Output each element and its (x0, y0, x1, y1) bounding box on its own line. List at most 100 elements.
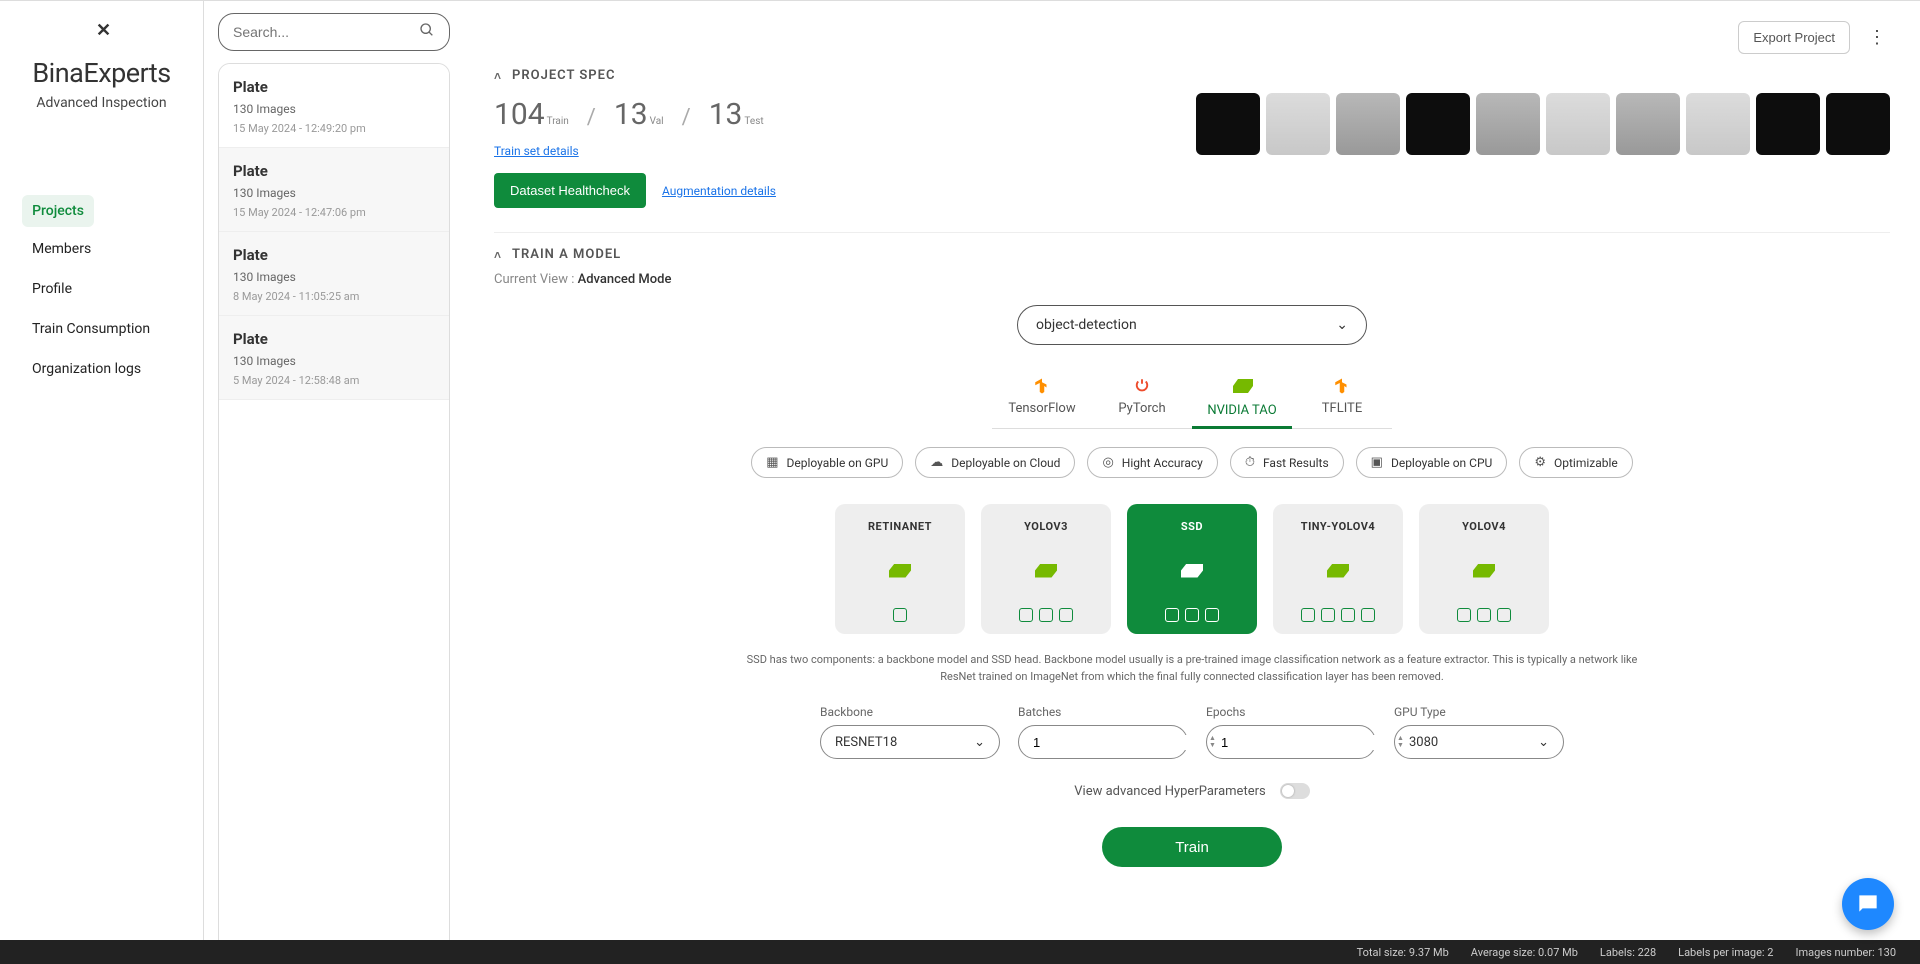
footer-labels: Labels: 228 (1600, 946, 1656, 959)
chip-deployable-on-gpu[interactable]: ▦Deployable on GPU (751, 447, 903, 478)
badge-icon (1205, 608, 1219, 622)
tf-icon (1033, 377, 1051, 395)
val-count: 13 (614, 97, 648, 132)
thumbnail[interactable] (1476, 93, 1540, 155)
footer-images: Images number: 130 (1796, 946, 1897, 959)
thumbnail[interactable] (1756, 93, 1820, 155)
chip-deployable-on-cloud[interactable]: ☁Deployable on Cloud (915, 447, 1075, 478)
badge-icon (1301, 608, 1315, 622)
thumbnail[interactable] (1266, 93, 1330, 155)
search-input[interactable] (233, 24, 419, 40)
train-button[interactable]: Train (1102, 827, 1282, 867)
model-card-yolov4[interactable]: YOLOV4 (1419, 504, 1549, 634)
nv-icon (1233, 379, 1251, 397)
project-meta: 130 Images (233, 102, 435, 116)
nav-item-projects[interactable]: Projects (22, 195, 94, 227)
badge-icon (1321, 608, 1335, 622)
primary-nav: Projects Members Profile Train Consumption O… (0, 191, 203, 391)
batches-label: Batches (1018, 705, 1188, 719)
framework-tab-nvidia-tao[interactable]: NVIDIA TAO (1192, 369, 1292, 428)
thumbnail[interactable] (1196, 93, 1260, 155)
project-title: Plate (233, 246, 435, 264)
thumbnail[interactable] (1546, 93, 1610, 155)
advanced-hyperparams-toggle[interactable] (1280, 783, 1310, 799)
framework-tab-pytorch[interactable]: PyTorch (1092, 369, 1192, 428)
chevron-up-icon: ˄ (494, 248, 502, 262)
task-type-select[interactable]: object-detection ⌄ (1017, 305, 1367, 345)
topbar: Export Project ⋮ (494, 21, 1890, 54)
brand-name: BinaExperts (32, 57, 170, 89)
test-count: 13 (709, 97, 743, 132)
augmentation-details-link[interactable]: Augmentation details (662, 184, 776, 198)
thumbnail[interactable] (1826, 93, 1890, 155)
badge-icon (1039, 608, 1053, 622)
task-type-value: object-detection (1036, 317, 1137, 333)
chip-hight-accuracy[interactable]: ◎Hight Accuracy (1087, 447, 1217, 478)
search-input-wrap[interactable] (218, 13, 450, 51)
epochs-input[interactable]: ▲▼ (1206, 725, 1376, 759)
project-date: 15 May 2024 - 12:49:20 pm (233, 122, 435, 135)
dataset-healthcheck-button[interactable]: Dataset Healthcheck (494, 173, 646, 208)
close-icon[interactable]: ✕ (96, 20, 111, 41)
project-title: Plate (233, 162, 435, 180)
footer-total-size: Total size: 9.37 Mb (1357, 946, 1449, 959)
capability-chips: ▦Deployable on GPU ☁Deployable on Cloud ◎H… (751, 447, 1633, 478)
model-card-tiny-yolov4[interactable]: TINY-YOLOV4 (1273, 504, 1403, 634)
chip-deployable-on-cpu[interactable]: ▣Deployable on CPU (1356, 447, 1508, 478)
nvidia-icon (889, 564, 911, 578)
section-label: PROJECT SPEC (512, 68, 615, 83)
project-item[interactable]: Plate 130 Images 5 May 2024 - 12:58:48 a… (219, 316, 449, 400)
gpu-select[interactable]: 3080 ⌄ (1394, 725, 1564, 759)
target-icon: ◎ (1102, 455, 1113, 470)
speed-icon: ⏱ (1245, 455, 1255, 470)
project-item[interactable]: Plate 130 Images 15 May 2024 - 12:47:06 … (219, 148, 449, 232)
gpu-label: GPU Type (1394, 705, 1564, 719)
nav-item-organization-logs[interactable]: Organization logs (12, 351, 191, 387)
batches-input[interactable]: ▲▼ (1018, 725, 1188, 759)
train-set-details-link[interactable]: Train set details (494, 144, 579, 158)
framework-tab-tflite[interactable]: TFLITE (1292, 369, 1392, 428)
model-cards: RETINANET YOLOV3 SSD TINY-YOLOV4 YOLOV4 (835, 504, 1549, 634)
badge-icon (1497, 608, 1511, 622)
badge-icon (1165, 608, 1179, 622)
export-project-button[interactable]: Export Project (1738, 21, 1850, 54)
model-card-ssd[interactable]: SSD (1127, 504, 1257, 634)
project-item[interactable]: Plate 130 Images 15 May 2024 - 12:49:20 … (219, 64, 449, 148)
thumbnail[interactable] (1406, 93, 1470, 155)
thumbnail[interactable] (1686, 93, 1750, 155)
framework-tab-tensorflow[interactable]: TensorFlow (992, 369, 1092, 428)
chip-fast-results[interactable]: ⏱Fast Results (1230, 447, 1344, 478)
nav-item-members[interactable]: Members (12, 231, 191, 267)
project-date: 8 May 2024 - 11:05:25 am (233, 290, 435, 303)
chevron-down-icon: ⌄ (1538, 735, 1549, 750)
nav-item-profile[interactable]: Profile (12, 271, 191, 307)
more-menu-icon[interactable]: ⋮ (1864, 23, 1890, 52)
thumbnail[interactable] (1616, 93, 1680, 155)
model-name: YOLOV3 (1024, 520, 1068, 533)
chat-fab[interactable] (1842, 878, 1894, 930)
chevron-up-icon: ˄ (494, 69, 502, 83)
badge-icon (1185, 608, 1199, 622)
project-item[interactable]: Plate 130 Images 8 May 2024 - 11:05:25 a… (219, 232, 449, 316)
badge-icon (1019, 608, 1033, 622)
backbone-select[interactable]: RESNET18 ⌄ (820, 725, 1000, 759)
train-count: 104 (494, 97, 545, 132)
model-name: YOLOV4 (1462, 520, 1506, 533)
main-content: Export Project ⋮ ˄ PROJECT SPEC 104 Train… (464, 1, 1920, 964)
chip-optimizable[interactable]: ⚙Optimizable (1519, 447, 1632, 478)
thumbnail[interactable] (1336, 93, 1400, 155)
nav-item-train-consumption[interactable]: Train Consumption (12, 311, 191, 347)
model-badges (1457, 608, 1511, 622)
gpu-icon: ▦ (766, 455, 778, 470)
model-name: SSD (1181, 520, 1203, 533)
section-train-model-head[interactable]: ˄ TRAIN A MODEL (494, 247, 1890, 262)
badge-icon (1361, 608, 1375, 622)
model-badges (1165, 608, 1219, 622)
model-card-yolov3[interactable]: YOLOV3 (981, 504, 1111, 634)
tune-icon: ⚙ (1534, 455, 1546, 470)
project-list: Plate 130 Images 15 May 2024 - 12:49:20 … (218, 63, 450, 952)
advanced-hyperparams-label: View advanced HyperParameters (1074, 784, 1265, 799)
section-project-spec-head[interactable]: ˄ PROJECT SPEC (494, 68, 1890, 83)
model-card-retinanet[interactable]: RETINANET (835, 504, 965, 634)
project-title: Plate (233, 330, 435, 348)
